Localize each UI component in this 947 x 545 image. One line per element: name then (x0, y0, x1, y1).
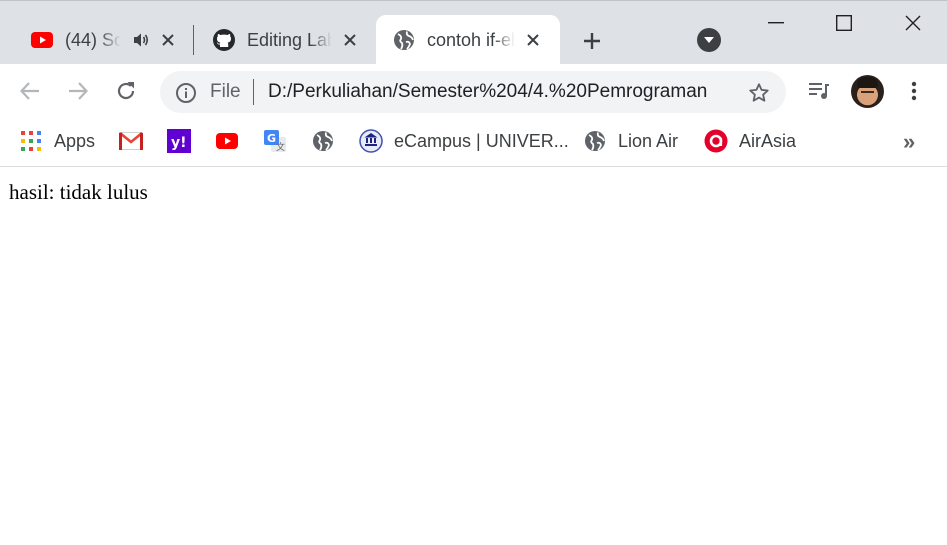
globe-icon (583, 129, 607, 153)
bookmark-label: AirAsia (739, 130, 797, 151)
bookmark-apps[interactable]: Apps (19, 128, 95, 154)
browser-toolbar: File D:/Perkuliahan/Semester%204/4.%20Pe… (0, 64, 947, 119)
page-content: hasil: tidak lulus (0, 168, 947, 545)
close-icon[interactable] (523, 30, 543, 50)
bookmark-lion-air[interactable]: Lion Air (583, 128, 678, 154)
youtube-icon (30, 28, 54, 52)
tab-separator (193, 25, 194, 55)
maximize-button[interactable] (810, 1, 878, 45)
tab-title: Editing Labs (247, 29, 332, 51)
tab-search-button[interactable] (697, 28, 721, 52)
bookmark-label: Apps (54, 130, 96, 151)
bookmark-google-translate[interactable]: G文 (263, 128, 287, 154)
airasia-icon (704, 129, 728, 153)
close-icon[interactable] (340, 30, 360, 50)
svg-text:文: 文 (276, 141, 285, 153)
bookmark-star-icon[interactable] (746, 80, 772, 106)
reload-button[interactable] (111, 76, 141, 106)
tab-github[interactable]: Editing Labs (196, 15, 372, 65)
svg-text:y!: y! (171, 135, 187, 151)
result-text: hasil: tidak lulus (9, 180, 148, 204)
address-bar[interactable]: File D:/Perkuliahan/Semester%204/4.%20Pe… (160, 71, 786, 113)
bookmark-gmail[interactable] (119, 128, 143, 154)
new-tab-button[interactable] (578, 27, 606, 55)
youtube-icon (215, 129, 239, 153)
profile-avatar[interactable] (851, 75, 884, 108)
speaker-icon[interactable] (131, 30, 150, 50)
close-window-button[interactable] (879, 1, 947, 45)
url-scheme-label: File (210, 81, 241, 102)
info-icon[interactable] (174, 81, 198, 105)
menu-button[interactable] (899, 76, 929, 106)
gmail-icon (119, 129, 143, 153)
omnibox-divider (253, 79, 254, 105)
svg-text:G: G (267, 132, 276, 145)
tab-youtube[interactable]: (44) Sound - YouTube (14, 15, 190, 65)
bookmark-label: eCampus | UNIVER... (394, 130, 569, 151)
yahoo-icon: y! (167, 129, 191, 153)
bookmarks-overflow-button[interactable]: » (903, 129, 915, 155)
globe-icon (392, 28, 416, 52)
tab-title: contoh if-else (427, 29, 515, 51)
bookmark-airasia[interactable]: AirAsia (704, 128, 796, 154)
globe-icon (311, 129, 335, 153)
bookmark-ecampus[interactable]: eCampus | UNIVER... (359, 128, 569, 154)
close-icon[interactable] (158, 30, 178, 50)
url-text[interactable]: D:/Perkuliahan/Semester%204/4.%20Pemrogr… (268, 81, 723, 103)
minimize-button[interactable] (742, 1, 810, 45)
bookmark-globe[interactable] (311, 128, 335, 154)
bookmarks-bar: Apps y! G文 eCampus | UNIVER... Lion Air … (0, 119, 947, 167)
tab-title: (44) Sound - YouTube (65, 29, 121, 51)
apps-grid-icon (19, 129, 43, 153)
bookmark-youtube[interactable] (215, 128, 239, 154)
tab-contoh-if-else[interactable]: contoh if-else (376, 15, 560, 65)
media-control-icon[interactable] (804, 76, 834, 106)
forward-button[interactable] (63, 76, 93, 106)
github-icon (212, 28, 236, 52)
google-translate-icon: G文 (263, 129, 287, 153)
back-button[interactable] (15, 76, 45, 106)
bookmark-yahoo[interactable]: y! (167, 128, 191, 154)
bookmark-label: Lion Air (618, 130, 679, 151)
tab-strip: (44) Sound - YouTube Editing Labs contoh… (0, 0, 947, 65)
university-crest-icon (359, 129, 383, 153)
